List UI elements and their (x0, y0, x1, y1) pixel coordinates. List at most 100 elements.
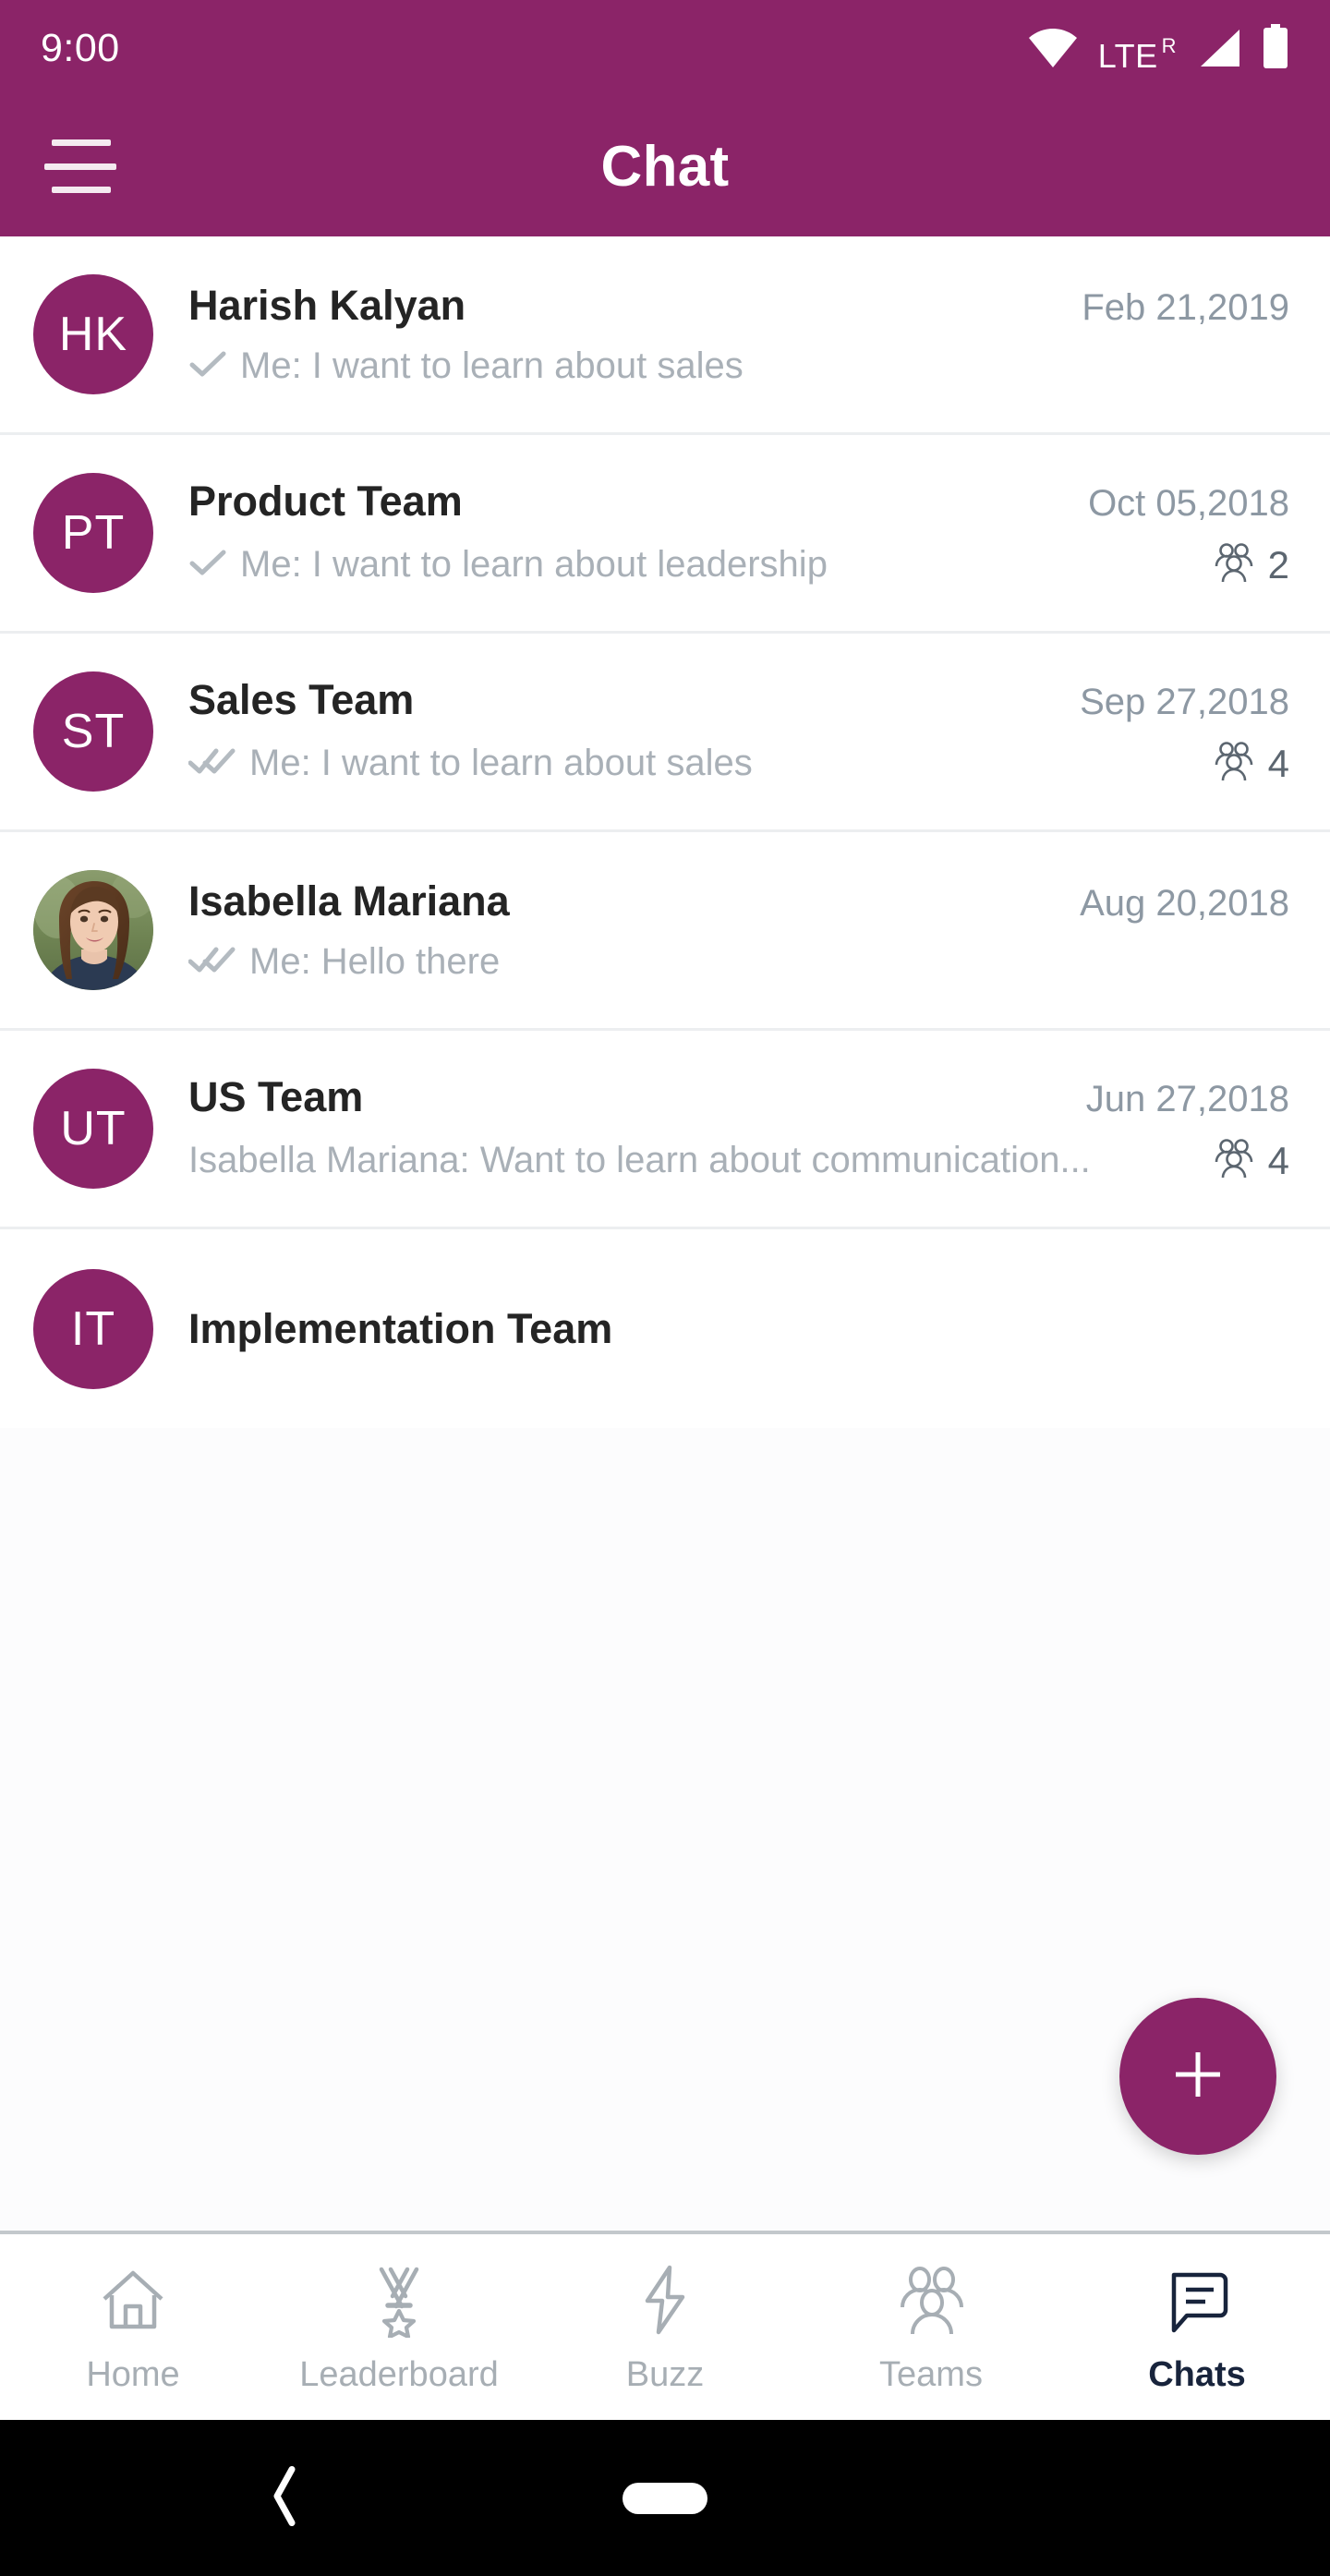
hamburger-line-2 (44, 163, 116, 170)
back-chevron-icon[interactable] (268, 2465, 1330, 2531)
chat-preview-wrap: Isabella Mariana: Want to learn about co… (188, 1140, 1196, 1181)
page-title: Chat (600, 134, 730, 199)
member-count: 4 (1213, 740, 1289, 787)
avatar (33, 870, 153, 990)
chat-date: Oct 05,2018 (1088, 483, 1289, 524)
chat-preview-wrap: Me: I want to learn about leadership (188, 544, 1196, 586)
chat-bubble-icon (1159, 2259, 1235, 2340)
people-group-icon (1213, 740, 1255, 787)
chat-item-footer: Me: Hello there (187, 941, 1289, 983)
chat-name: Isabella Mariana (188, 877, 510, 925)
chat-item-header: Product Team Oct 05,2018 (188, 478, 1289, 526)
chat-name: Harish Kalyan (188, 282, 466, 329)
app-bar: Chat (0, 96, 1330, 236)
nav-item-buzz[interactable]: Buzz (532, 2234, 798, 2420)
status-clock: 9:00 (41, 25, 120, 70)
nav-label-leaderboard: Leaderboard (299, 2355, 499, 2394)
chat-item-body: Harish Kalyan Feb 21,2019 Me: I want to … (188, 282, 1289, 387)
wifi-icon (1028, 28, 1078, 73)
chat-item-body: Sales Team Sep 27,2018 Me: I want to lea… (187, 676, 1289, 787)
chat-list-item[interactable]: IT Implementation Team (0, 1229, 1330, 1428)
member-count-value: 4 (1267, 1138, 1289, 1182)
chat-date: Aug 20,2018 (1080, 883, 1289, 924)
chat-list-item[interactable]: UT US Team Jun 27,2018 Isabella Mariana:… (0, 1031, 1330, 1229)
nav-item-leaderboard[interactable]: Leaderboard (266, 2234, 532, 2420)
chat-item-footer: Isabella Mariana: Want to learn about co… (188, 1137, 1289, 1184)
single-check-icon (188, 549, 227, 581)
nav-label-chats: Chats (1148, 2355, 1246, 2394)
chat-item-header: Implementation Team (188, 1305, 1289, 1353)
nav-item-chats[interactable]: Chats (1064, 2234, 1330, 2420)
chat-list: HK Harish Kalyan Feb 21,2019 Me: I want … (0, 236, 1330, 1428)
double-check-icon (187, 747, 236, 780)
chat-preview-wrap: Me: Hello there (187, 941, 1289, 983)
android-system-nav (0, 2420, 1330, 2576)
nav-label-buzz: Buzz (625, 2355, 705, 2394)
chat-preview: Me: Hello there (249, 941, 501, 982)
chat-item-footer: Me: I want to learn about sales (188, 345, 1289, 387)
avatar: UT (33, 1069, 153, 1189)
bottom-navigation: Home Leaderboard Buzz Teams Chats (0, 2231, 1330, 2420)
people-group-icon (1213, 1137, 1255, 1184)
chat-preview: Isabella Mariana: Want to learn about co… (188, 1140, 1091, 1180)
chat-name: Product Team (188, 478, 463, 525)
chat-name: Implementation Team (188, 1304, 613, 1352)
new-chat-fab[interactable] (1119, 1998, 1276, 2155)
medal-icon (361, 2259, 437, 2340)
chat-list-item[interactable]: ST Sales Team Sep 27,2018 Me: I want to … (0, 634, 1330, 832)
chat-item-header: Isabella Mariana Aug 20,2018 (188, 877, 1289, 925)
single-check-icon (188, 350, 227, 382)
phone-screen: 9:00 LTE R Chat HK Harish Kalyan Feb 21,… (0, 0, 1330, 2576)
chat-preview-wrap: Me: I want to learn about sales (188, 345, 1289, 387)
chat-preview-wrap: Me: I want to learn about sales (187, 743, 1196, 784)
chat-date: Feb 21,2019 (1082, 287, 1289, 328)
chat-preview: Me: I want to learn about leadership (240, 544, 828, 585)
hamburger-menu-icon[interactable] (44, 134, 116, 199)
chat-item-footer: Me: I want to learn about sales (187, 740, 1289, 787)
plus-icon (1166, 2042, 1230, 2111)
chat-date: Jun 27,2018 (1085, 1079, 1289, 1119)
chat-item-body: US Team Jun 27,2018 Isabella Mariana: Wa… (188, 1073, 1289, 1184)
roaming-indicator: R (1161, 33, 1177, 57)
nav-label-teams: Teams (879, 2355, 983, 2394)
hamburger-line-3 (52, 187, 111, 193)
chat-item-body: Product Team Oct 05,2018 Me: I want to l… (188, 478, 1289, 588)
nav-item-home[interactable]: Home (0, 2234, 266, 2420)
empty-list-area (0, 1428, 1330, 2231)
nav-label-home: Home (86, 2355, 180, 2394)
chat-name: Sales Team (188, 676, 415, 723)
home-pill-icon[interactable] (623, 2482, 707, 2514)
chat-item-footer: Me: I want to learn about leadership 2 (188, 541, 1289, 588)
avatar: HK (33, 274, 153, 394)
chat-list-item[interactable]: HK Harish Kalyan Feb 21,2019 Me: I want … (0, 236, 1330, 435)
chat-item-body: Implementation Team (188, 1305, 1289, 1353)
chat-preview: Me: I want to learn about sales (240, 345, 744, 386)
chat-preview: Me: I want to learn about sales (249, 743, 753, 783)
chat-item-body: Isabella Mariana Aug 20,2018 Me: Hello t… (187, 877, 1289, 983)
people-group-icon (1213, 541, 1255, 588)
nav-item-teams[interactable]: Teams (798, 2234, 1064, 2420)
member-count-value: 2 (1267, 542, 1289, 587)
chat-item-header: Harish Kalyan Feb 21,2019 (188, 282, 1289, 330)
chat-date: Sep 27,2018 (1080, 682, 1289, 722)
member-count: 4 (1213, 1137, 1289, 1184)
chat-list-item[interactable]: Isabella Mariana Aug 20,2018 Me: Hello t… (0, 832, 1330, 1031)
home-icon (95, 2259, 171, 2340)
people-group-icon (893, 2259, 969, 2340)
lightning-bolt-icon (627, 2259, 703, 2340)
status-bar: 9:00 LTE R (0, 0, 1330, 96)
avatar: ST (33, 671, 153, 792)
chat-name: US Team (188, 1073, 364, 1120)
battery-full-icon (1262, 23, 1289, 73)
member-count: 2 (1213, 541, 1289, 588)
chat-list-item[interactable]: PT Product Team Oct 05,2018 Me: I want t… (0, 435, 1330, 634)
signal-bars-icon (1197, 28, 1241, 73)
chat-item-header: US Team Jun 27,2018 (188, 1073, 1289, 1121)
member-count-value: 4 (1267, 741, 1289, 785)
chat-item-header: Sales Team Sep 27,2018 (188, 676, 1289, 724)
avatar-photo (33, 870, 153, 990)
hamburger-line-1 (52, 139, 111, 146)
lte-text: LTE (1097, 36, 1158, 75)
status-indicators: LTE R (1028, 23, 1289, 75)
avatar: IT (33, 1268, 153, 1389)
